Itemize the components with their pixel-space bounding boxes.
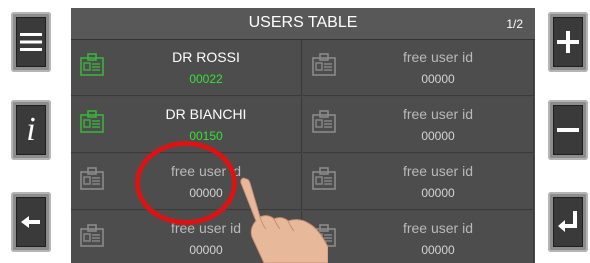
id-badge-icon bbox=[312, 53, 336, 76]
user-name: free user id bbox=[402, 163, 474, 179]
user-name: free user id bbox=[402, 106, 474, 122]
user-code: 00000 bbox=[421, 129, 455, 143]
user-cell[interactable]: free user id 00000 bbox=[303, 154, 534, 210]
plus-icon bbox=[557, 31, 579, 53]
id-badge-icon bbox=[80, 167, 104, 190]
enter-button[interactable] bbox=[548, 192, 588, 252]
menu-icon bbox=[20, 33, 42, 51]
info-icon: i bbox=[26, 111, 36, 148]
enter-icon bbox=[558, 211, 577, 232]
minus-button[interactable] bbox=[548, 100, 588, 160]
user-code: 00000 bbox=[421, 243, 455, 257]
info-button[interactable]: i bbox=[11, 100, 51, 160]
plus-button[interactable] bbox=[548, 12, 588, 72]
user-code: 00000 bbox=[421, 186, 455, 200]
table-header: USERS TABLE 1/2 bbox=[71, 8, 535, 40]
user-code: 00150 bbox=[189, 129, 223, 143]
back-button[interactable] bbox=[11, 192, 51, 252]
highlight-circle bbox=[135, 141, 237, 225]
user-code: 00022 bbox=[189, 72, 223, 86]
id-badge-icon bbox=[80, 224, 104, 247]
page-indicator: 1/2 bbox=[506, 17, 523, 31]
user-cell[interactable]: free user id 00000 bbox=[303, 97, 534, 153]
id-badge-icon bbox=[312, 110, 336, 133]
menu-button[interactable] bbox=[11, 12, 51, 72]
minus-icon bbox=[557, 128, 579, 132]
back-arrow-icon bbox=[21, 216, 40, 228]
user-cell[interactable]: DR ROSSI 00022 bbox=[71, 40, 302, 96]
user-name: free user id bbox=[402, 49, 474, 65]
pointing-hand-icon bbox=[240, 177, 328, 263]
id-badge-icon bbox=[80, 53, 104, 76]
user-name: free user id bbox=[402, 220, 474, 236]
user-name: DR BIANCHI bbox=[165, 106, 247, 122]
table-title: USERS TABLE bbox=[248, 14, 358, 31]
user-code: 00000 bbox=[421, 72, 455, 86]
user-cell[interactable]: free user id 00000 bbox=[303, 40, 534, 96]
user-cell[interactable]: free user id 00000 bbox=[303, 211, 534, 263]
user-name: DR ROSSI bbox=[172, 49, 240, 65]
id-badge-icon bbox=[80, 110, 104, 133]
